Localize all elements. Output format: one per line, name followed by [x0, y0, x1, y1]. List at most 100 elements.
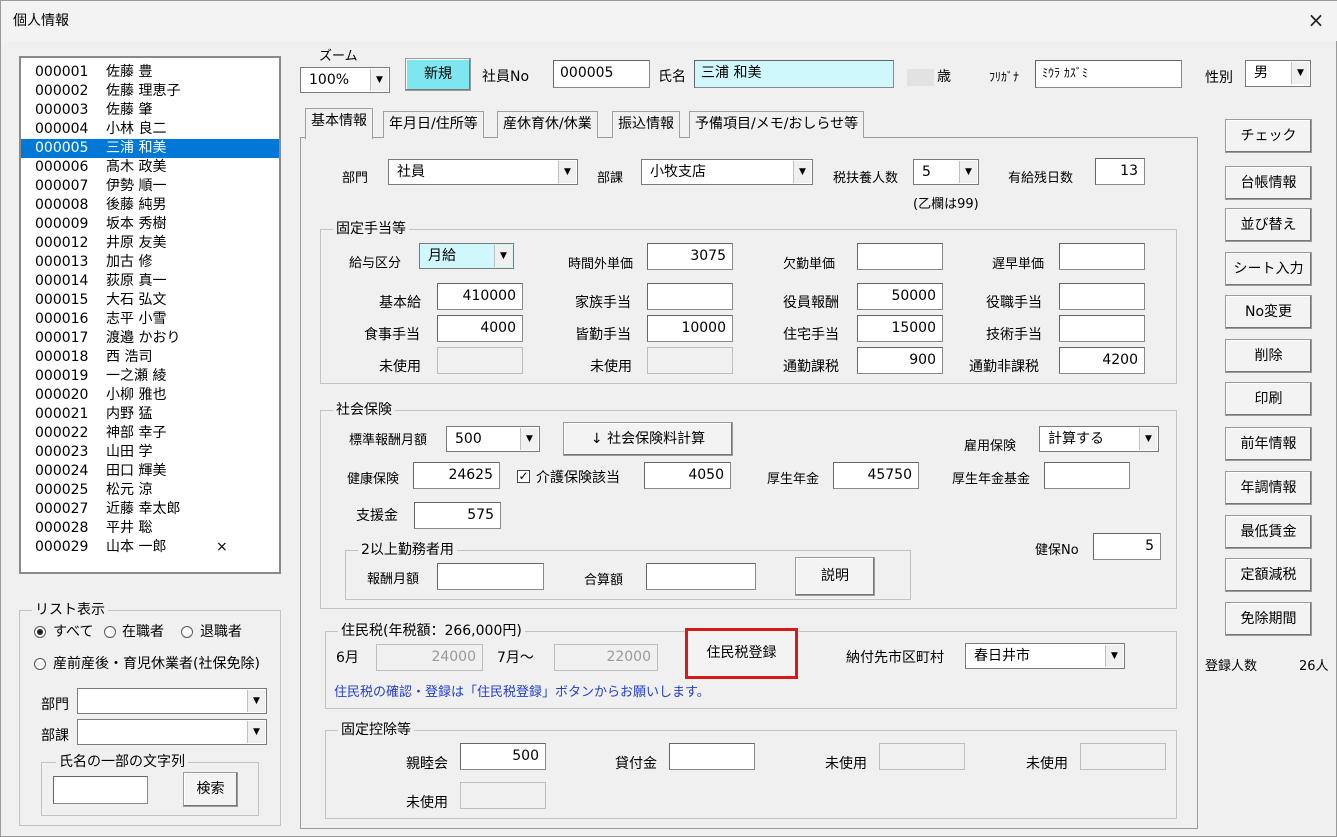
resident-register-button[interactable]: 住民税登録: [685, 628, 798, 679]
delete-button[interactable]: 削除: [1225, 339, 1312, 373]
care-checkbox[interactable]: ✓: [517, 470, 530, 483]
late-field[interactable]: [1059, 243, 1145, 270]
multi-pay-field[interactable]: [437, 563, 544, 590]
employee-list-item[interactable]: 000020 小柳 雅也: [21, 386, 279, 405]
employee-list-item[interactable]: 000019 一之瀬 綾: [21, 367, 279, 386]
employee-list-item[interactable]: 000016 志平 小雪: [21, 310, 279, 329]
care-field[interactable]: 4050: [644, 462, 731, 489]
health-field[interactable]: 24625: [413, 462, 500, 489]
tab-leave[interactable]: 産休育休/休業: [497, 111, 598, 138]
employee-list-item[interactable]: 000012 井原 友美: [21, 234, 279, 253]
commute-tax-field[interactable]: 900: [857, 347, 943, 374]
chevron-down-icon: ▼: [247, 721, 265, 743]
fund-field[interactable]: [1044, 462, 1130, 489]
employee-list-item[interactable]: 000024 田口 輝美: [21, 462, 279, 481]
zoom-dropdown[interactable]: 100% ▼: [300, 67, 390, 93]
tab-bank[interactable]: 振込情報: [612, 111, 680, 138]
absence-field[interactable]: [857, 243, 943, 270]
employee-no: 000029: [35, 539, 89, 555]
employee-no: 000013: [35, 254, 89, 270]
dependents-dropdown[interactable]: 5 ▼: [913, 159, 979, 185]
employee-list-item[interactable]: 000005 三浦 和美: [21, 139, 279, 158]
kana-field[interactable]: ﾐｳﾗ ｶｽﾞﾐ: [1035, 60, 1182, 88]
employee-list-item[interactable]: 000025 松元 涼: [21, 481, 279, 500]
family-field[interactable]: [647, 283, 733, 310]
employee-list-item[interactable]: 000004 小林 良二: [21, 120, 279, 139]
gender-value: 男: [1254, 65, 1268, 81]
dept-dropdown[interactable]: 社員 ▼: [388, 159, 578, 185]
year-end-button[interactable]: 年調情報: [1225, 471, 1312, 505]
employee-list-item[interactable]: 000013 加古 修: [21, 253, 279, 272]
tab-dates-address[interactable]: 年月日/住所等: [383, 111, 484, 138]
fixed-reduction-button[interactable]: 定額減税: [1225, 558, 1312, 592]
meal-field[interactable]: 4000: [437, 315, 523, 342]
tab-reserve[interactable]: 予備項目/メモ/おしらせ等: [689, 111, 865, 138]
close-icon[interactable]: ×: [1301, 7, 1331, 33]
commute-notax-field[interactable]: 4200: [1059, 347, 1145, 374]
employee-list-item[interactable]: 000009 坂本 秀樹: [21, 215, 279, 234]
base-field[interactable]: 410000: [437, 283, 523, 310]
employee-list-item[interactable]: 000006 髙木 政美: [21, 158, 279, 177]
chevron-down-icon: ▼: [793, 161, 811, 183]
employee-list-item[interactable]: 000007 伊勢 順一: [21, 177, 279, 196]
employee-list-item[interactable]: 000018 西 浩司: [21, 348, 279, 367]
employee-list-item[interactable]: 000027 近藤 幸太郎: [21, 500, 279, 519]
radio-all[interactable]: [34, 626, 46, 638]
new-button[interactable]: 新規: [405, 58, 471, 91]
housing-field[interactable]: 15000: [857, 315, 943, 342]
tab-basic[interactable]: 基本情報: [305, 108, 373, 139]
filter-section-dropdown[interactable]: ▼: [77, 719, 267, 745]
social-field[interactable]: 500: [460, 743, 546, 770]
name-field[interactable]: 三浦 和美: [694, 60, 894, 88]
print-button[interactable]: 印刷: [1225, 382, 1312, 416]
employee-list-item[interactable]: 000029 山本 一郎 ×: [21, 538, 279, 557]
attendance-field[interactable]: 10000: [647, 315, 733, 342]
pay-type-dropdown[interactable]: 月給 ▼: [419, 243, 514, 269]
prev-year-button[interactable]: 前年情報: [1225, 427, 1312, 461]
employee-list-item[interactable]: 000028 平井 聡: [21, 519, 279, 538]
exemption-period-button[interactable]: 免除期間: [1225, 602, 1312, 636]
employment-dropdown[interactable]: 計算する ▼: [1039, 426, 1159, 452]
gender-dropdown[interactable]: 男 ▼: [1245, 60, 1311, 87]
radio-active[interactable]: [104, 626, 116, 638]
radio-retired[interactable]: [181, 626, 193, 638]
sheet-input-button[interactable]: シート入力: [1225, 252, 1312, 286]
emp-no-field[interactable]: 000005: [553, 60, 650, 88]
resident-caption: 住民税(年税額：266,000円): [338, 622, 525, 640]
support-field[interactable]: 575: [414, 502, 501, 529]
multi-total-field[interactable]: [646, 563, 756, 590]
calc-insurance-button[interactable]: ↓ 社会保険料計算: [563, 422, 733, 456]
officer-field[interactable]: 50000: [857, 283, 943, 310]
pension-field[interactable]: 45750: [833, 462, 919, 489]
health-no-field[interactable]: 5: [1093, 533, 1161, 560]
section-dropdown[interactable]: 小牧支店 ▼: [641, 159, 813, 185]
sort-button[interactable]: 並び替え: [1225, 208, 1312, 242]
employee-list-item[interactable]: 000002 佐藤 理恵子: [21, 82, 279, 101]
search-button[interactable]: 検索: [183, 772, 238, 807]
position-field[interactable]: [1059, 283, 1145, 310]
skill-field[interactable]: [1059, 315, 1145, 342]
ledger-button[interactable]: 台帳情報: [1225, 166, 1312, 200]
employee-list-item[interactable]: 000022 神部 幸子: [21, 424, 279, 443]
paid-leave-field[interactable]: 13: [1095, 158, 1145, 185]
employee-list-item[interactable]: 000014 荻原 真一: [21, 272, 279, 291]
min-wage-button[interactable]: 最低賃金: [1225, 515, 1312, 549]
employee-list-item[interactable]: 000008 後藤 純男: [21, 196, 279, 215]
filter-dept-dropdown[interactable]: ▼: [77, 688, 267, 714]
employee-list-item[interactable]: 000001 佐藤 豊: [21, 63, 279, 82]
explain-button[interactable]: 説明: [795, 557, 875, 596]
radio-leave[interactable]: [34, 658, 46, 670]
city-dropdown[interactable]: 春日井市 ▼: [965, 643, 1125, 669]
overtime-field[interactable]: 3075: [647, 243, 733, 270]
check-button[interactable]: チェック: [1225, 119, 1312, 153]
std-dropdown[interactable]: 500 ▼: [446, 426, 540, 452]
employee-list-item[interactable]: 000017 渡邉 かおり: [21, 329, 279, 348]
employee-list[interactable]: 000001 佐藤 豊 000002 佐藤 理恵子 000003 佐藤 肇 000004 小林…: [19, 56, 281, 574]
no-change-button[interactable]: No変更: [1225, 295, 1312, 329]
partial-name-input[interactable]: [53, 776, 148, 804]
employee-list-item[interactable]: 000015 大石 弘文: [21, 291, 279, 310]
loan-field[interactable]: [669, 743, 755, 770]
employee-list-item[interactable]: 000003 佐藤 肇: [21, 101, 279, 120]
employee-list-item[interactable]: 000023 山田 学: [21, 443, 279, 462]
employee-list-item[interactable]: 000021 内野 猛: [21, 405, 279, 424]
